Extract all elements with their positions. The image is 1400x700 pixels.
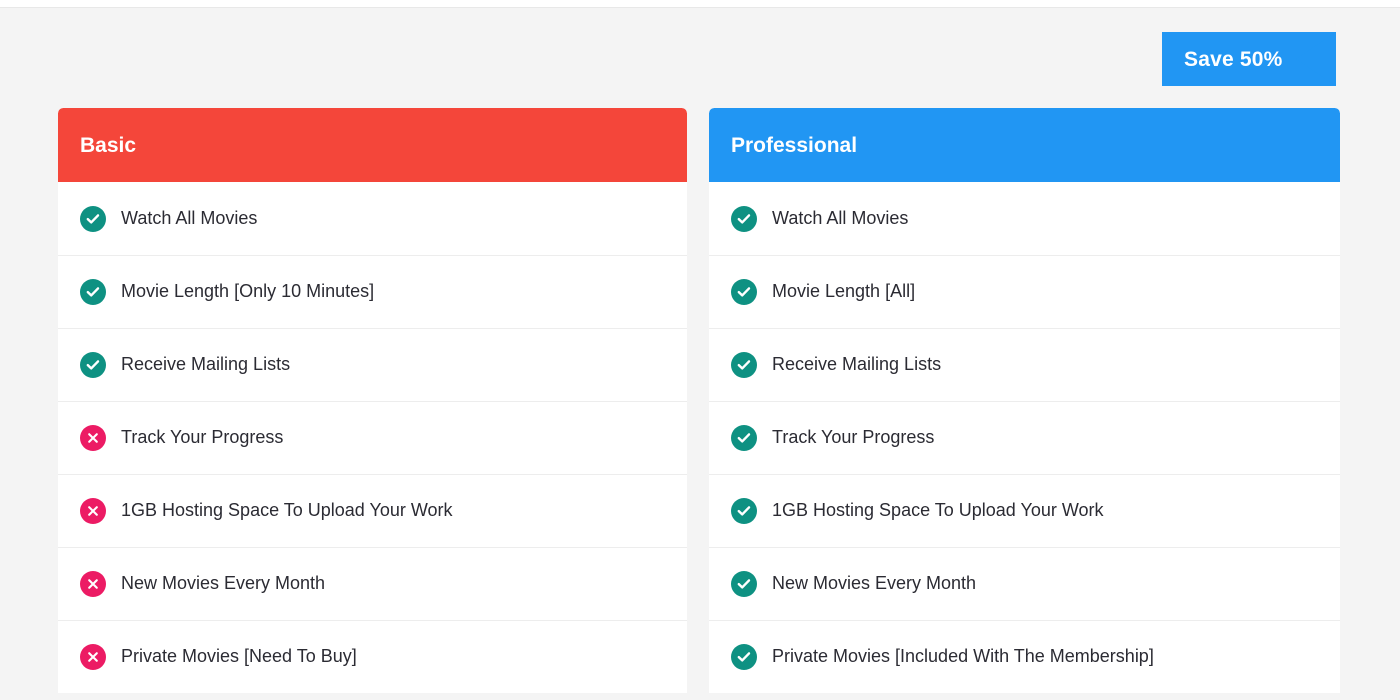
feature-label: New Movies Every Month xyxy=(121,573,326,594)
feature-label: 1GB Hosting Space To Upload Your Work xyxy=(772,500,1104,521)
feature-label: Receive Mailing Lists xyxy=(772,354,942,375)
feature-label: Private Movies [Need To Buy] xyxy=(121,646,357,667)
check-circle-icon xyxy=(731,352,757,378)
feature-label: Movie Length [All] xyxy=(772,281,916,302)
check-circle-icon xyxy=(731,425,757,451)
feature-row: Private Movies [Included With The Member… xyxy=(709,620,1340,693)
check-circle-icon xyxy=(80,205,106,232)
plan-header-basic: Basic xyxy=(58,108,687,182)
feature-row: Receive Mailing Lists xyxy=(709,328,1340,401)
feature-row: Watch All Movies xyxy=(709,182,1340,255)
feature-row: Movie Length [Only 10 Minutes] xyxy=(58,255,687,328)
feature-label: New Movies Every Month xyxy=(772,573,977,594)
check-circle-icon xyxy=(731,279,757,305)
feature-row: Receive Mailing Lists xyxy=(58,328,687,401)
feature-label: Private Movies [Included With The Member… xyxy=(772,646,1154,667)
check-circle-icon xyxy=(80,352,106,378)
plan-card-basic[interactable]: Basic Watch All Movies Movie Length [Only… xyxy=(58,108,687,693)
feature-row: 1GB Hosting Space To Upload Your Work xyxy=(709,474,1340,547)
check-circle-icon xyxy=(731,644,757,670)
plan-title-basic: Basic xyxy=(80,133,137,157)
check-circle-icon xyxy=(80,279,106,305)
feature-label: Movie Length [Only 10 Minutes] xyxy=(121,281,375,302)
check-circle-icon xyxy=(731,498,757,524)
feature-label: Track Your Progress xyxy=(121,427,284,448)
feature-label: Track Your Progress xyxy=(772,427,935,448)
feature-row: Track Your Progress xyxy=(58,401,687,474)
feature-label: Watch All Movies xyxy=(772,207,909,228)
feature-row: Watch All Movies xyxy=(58,182,687,255)
x-circle-icon xyxy=(80,644,106,670)
x-circle-icon xyxy=(80,425,106,451)
feature-label: Receive Mailing Lists xyxy=(121,354,291,375)
check-circle-icon xyxy=(731,205,757,232)
plan-title-professional: Professional xyxy=(731,133,858,157)
save-badge-label: Save 50% xyxy=(1184,47,1283,71)
feature-row: 1GB Hosting Space To Upload Your Work xyxy=(58,474,687,547)
feature-list-basic: Watch All Movies Movie Length [Only 10 Mi… xyxy=(58,182,687,693)
feature-list-professional: Watch All Movies Movie Length [All] Receiv… xyxy=(709,182,1340,693)
feature-row: Movie Length [All] xyxy=(709,255,1340,328)
feature-row: Track Your Progress xyxy=(709,401,1340,474)
x-circle-icon xyxy=(80,498,106,524)
feature-row: New Movies Every Month xyxy=(58,547,687,620)
plan-card-professional[interactable]: Professional Watch All Movies Movie Lengt… xyxy=(709,108,1340,693)
check-circle-icon xyxy=(731,571,757,597)
feature-label: 1GB Hosting Space To Upload Your Work xyxy=(121,500,453,521)
feature-row: Private Movies [Need To Buy] xyxy=(58,620,687,693)
pricing-comparison-section: Save 50% Basic Watch All Movies Movie Len… xyxy=(0,0,1400,700)
feature-label: Watch All Movies xyxy=(121,207,258,228)
plan-header-professional: Professional xyxy=(709,108,1340,182)
feature-row: New Movies Every Month xyxy=(709,547,1340,620)
x-circle-icon xyxy=(80,571,106,597)
